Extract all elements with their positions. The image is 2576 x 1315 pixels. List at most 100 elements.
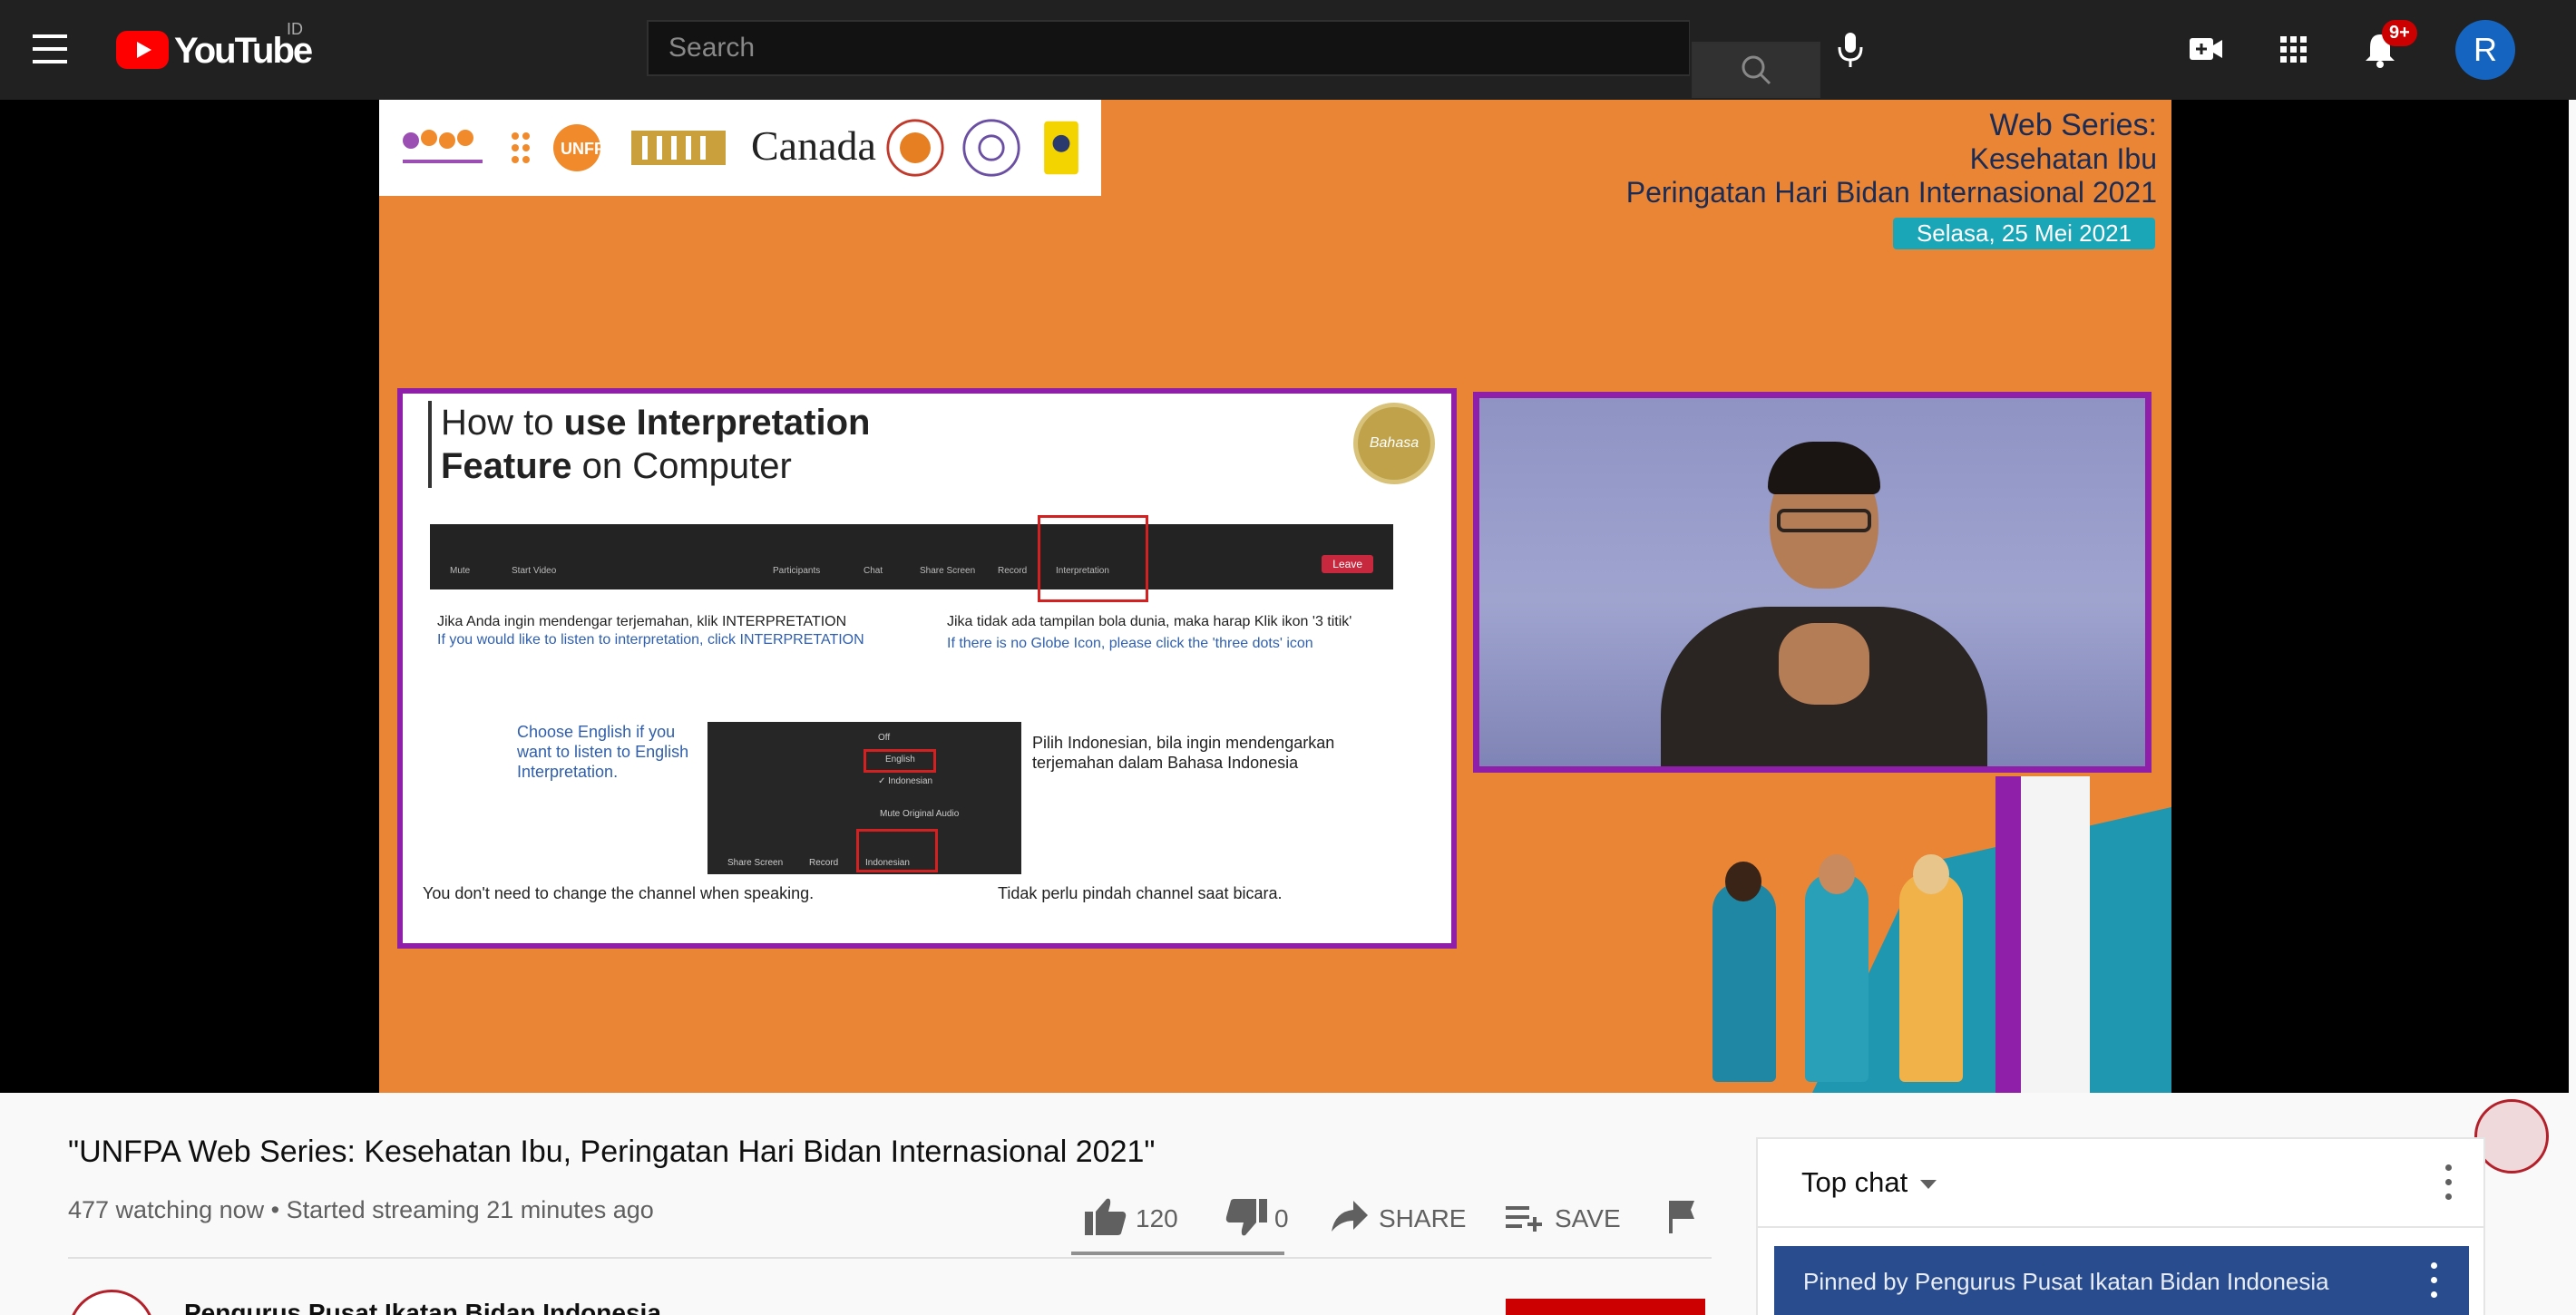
mini-record: Record (809, 858, 839, 868)
account-avatar[interactable]: R (2455, 20, 2515, 80)
search-input[interactable] (649, 22, 1689, 74)
channel-avatar[interactable] (68, 1290, 155, 1315)
left-instruction-id: Jika Anda ingin mendengar terjemahan, kl… (437, 614, 847, 629)
menu-off: Off (878, 733, 891, 743)
interpreter-glasses (1777, 509, 1871, 532)
slide-title-part: How to (441, 403, 564, 443)
series-subtitle: Kesehatan Ibu (1969, 142, 2157, 175)
footer-en: You don't need to change the channel whe… (423, 884, 815, 902)
midwife-figure (1712, 882, 1776, 1082)
zoom-participants-label: Participants (773, 566, 821, 576)
knowledge-hub-logo (403, 130, 483, 163)
dislike-count: 0 (1274, 1204, 1289, 1232)
share-icon (1332, 1201, 1368, 1232)
chat-mode-dropdown[interactable]: Top chat (1801, 1166, 1937, 1199)
interpreter-hands (1779, 623, 1869, 705)
share-label: SHARE (1379, 1204, 1467, 1232)
right-instruction-en: If there is no Globe Icon, please click … (947, 636, 1313, 651)
search-box (647, 20, 1820, 98)
unfpa-logo: UNFPA (512, 124, 606, 171)
english-highlight (864, 749, 936, 773)
kantor-staf-presiden-logo (631, 131, 726, 165)
choose-indonesian-text: Pilih Indonesian, bila ingin mendengarka… (1032, 734, 1335, 772)
create-video-icon[interactable] (2179, 22, 2233, 76)
playlist-add-icon (1506, 1206, 1542, 1232)
midwife-head (1725, 862, 1761, 901)
midwife-head (1819, 854, 1855, 894)
indonesian-highlight (856, 829, 938, 872)
search-icon (1742, 55, 1771, 85)
canada-logo: Canada (751, 122, 876, 169)
like-ratio-bar (1071, 1252, 1284, 1255)
report-button[interactable] (1660, 1192, 1705, 1242)
search-button[interactable] (1692, 42, 1820, 98)
chat-more-icon[interactable] (2435, 1161, 2462, 1206)
top-bar: YouTube ID Search 9+ R (0, 0, 2576, 100)
zoom-record-label: Record (998, 566, 1028, 576)
pinned-more-icon[interactable] (2420, 1259, 2447, 1304)
chat-mode-label: Top chat (1801, 1166, 1908, 1198)
thumbs-up-icon (1085, 1198, 1127, 1235)
video-title: "UNFPA Web Series: Kesehatan Ibu, Pering… (68, 1135, 1156, 1169)
series-title: Web Series: (1989, 108, 2157, 142)
flag-icon (1669, 1201, 1694, 1233)
midwife-figure (1805, 873, 1869, 1082)
midwives-illustration (1703, 771, 2121, 1093)
sign-language-interpreter (1473, 392, 2152, 773)
like-button[interactable]: 120 (1081, 1192, 1199, 1242)
slide-title-part: on Computer (571, 446, 792, 486)
mini-share: Share Screen (727, 858, 784, 868)
zoom-toolbar-image: Mute Start Video Participants Chat Share… (430, 524, 1393, 589)
dislike-button[interactable]: 0 (1220, 1192, 1293, 1242)
midwife-head (1913, 854, 1949, 894)
save-label: SAVE (1555, 1204, 1621, 1232)
choose-english-text: Choose English if you want to listen to … (517, 723, 689, 781)
zoom-share-label: Share Screen (920, 566, 976, 576)
chat-header: Top chat (1758, 1139, 2483, 1228)
interpretation-highlight (1038, 515, 1148, 602)
left-instruction-en: If you would like to listen to interpret… (437, 632, 864, 648)
slide-title-part: Feature (441, 446, 572, 486)
series-date: Selasa, 25 Mei 2021 (1892, 218, 2155, 249)
country-code: ID (287, 20, 303, 38)
menu-indonesian: ✓ Indonesian (878, 776, 933, 786)
share-button[interactable]: SHARE (1326, 1192, 1471, 1242)
partner-logos: UNFPA Canada (379, 100, 1101, 196)
ibi-seal-icon (962, 119, 1020, 177)
interpretation-slide: How to use Interpretation Feature on Com… (397, 388, 1457, 949)
video-meta: 477 watching now • Started streaming 21 … (68, 1196, 654, 1223)
info-divider (68, 1257, 1712, 1259)
menu-mute-original: Mute Original Audio (880, 809, 960, 819)
right-instruction-id: Jika tidak ada tampilan bola dunia, maka… (947, 614, 1352, 629)
zoom-chat-label: Chat (864, 566, 883, 576)
pinned-message[interactable]: Pinned by Pengurus Pusat Ikatan Bidan In… (1774, 1246, 2469, 1315)
slide-title: How to use Interpretation Feature on Com… (428, 401, 870, 488)
mic-icon[interactable] (1823, 22, 1878, 76)
pinned-label: Pinned by Pengurus Pusat Ikatan Bidan In… (1803, 1268, 2329, 1295)
chevron-down-icon (1920, 1179, 1937, 1189)
live-chat-panel: Top chat Pinned by Pengurus Pusat Ikatan… (1756, 1137, 2485, 1315)
midwife-figure (1899, 873, 1963, 1082)
subscribe-button[interactable] (1506, 1299, 1705, 1315)
zoom-mute-label: Mute (450, 566, 471, 576)
zoom-video-label: Start Video (512, 566, 557, 576)
menu-icon[interactable] (27, 27, 73, 73)
video-frame[interactable]: UNFPA Canada Web Series: Kesehatan Ibu P… (379, 100, 2171, 1093)
save-button[interactable]: SAVE (1502, 1192, 1629, 1242)
channel-name[interactable]: Pengurus Pusat Ikatan Bidan Indonesia (184, 1299, 661, 1315)
youtube-play-icon (116, 31, 169, 69)
university-seal-icon (1044, 121, 1078, 175)
zoom-leave-label: Leave (1322, 555, 1373, 573)
video-player[interactable]: UNFPA Canada Web Series: Kesehatan Ibu P… (0, 100, 2569, 1174)
bahasa-seal: Bahasa (1353, 403, 1435, 484)
slide-title-part: use Interpretation (563, 403, 871, 443)
thumbs-down-icon (1225, 1199, 1267, 1236)
apps-grid-icon[interactable] (2266, 22, 2320, 76)
interpretation-menu-image: Off English ✓ Indonesian Mute Original A… (707, 722, 1021, 874)
web-series-title: Web Series: Kesehatan Ibu Peringatan Har… (1626, 109, 2157, 209)
channel-watermark-icon[interactable] (2474, 1099, 2549, 1174)
notifications-badge: 9+ (2382, 20, 2417, 46)
series-event: Peringatan Hari Bidan Internasional 2021 (1625, 176, 2157, 209)
svg-text:UNFPA: UNFPA (561, 140, 606, 158)
like-count: 120 (1136, 1204, 1178, 1232)
